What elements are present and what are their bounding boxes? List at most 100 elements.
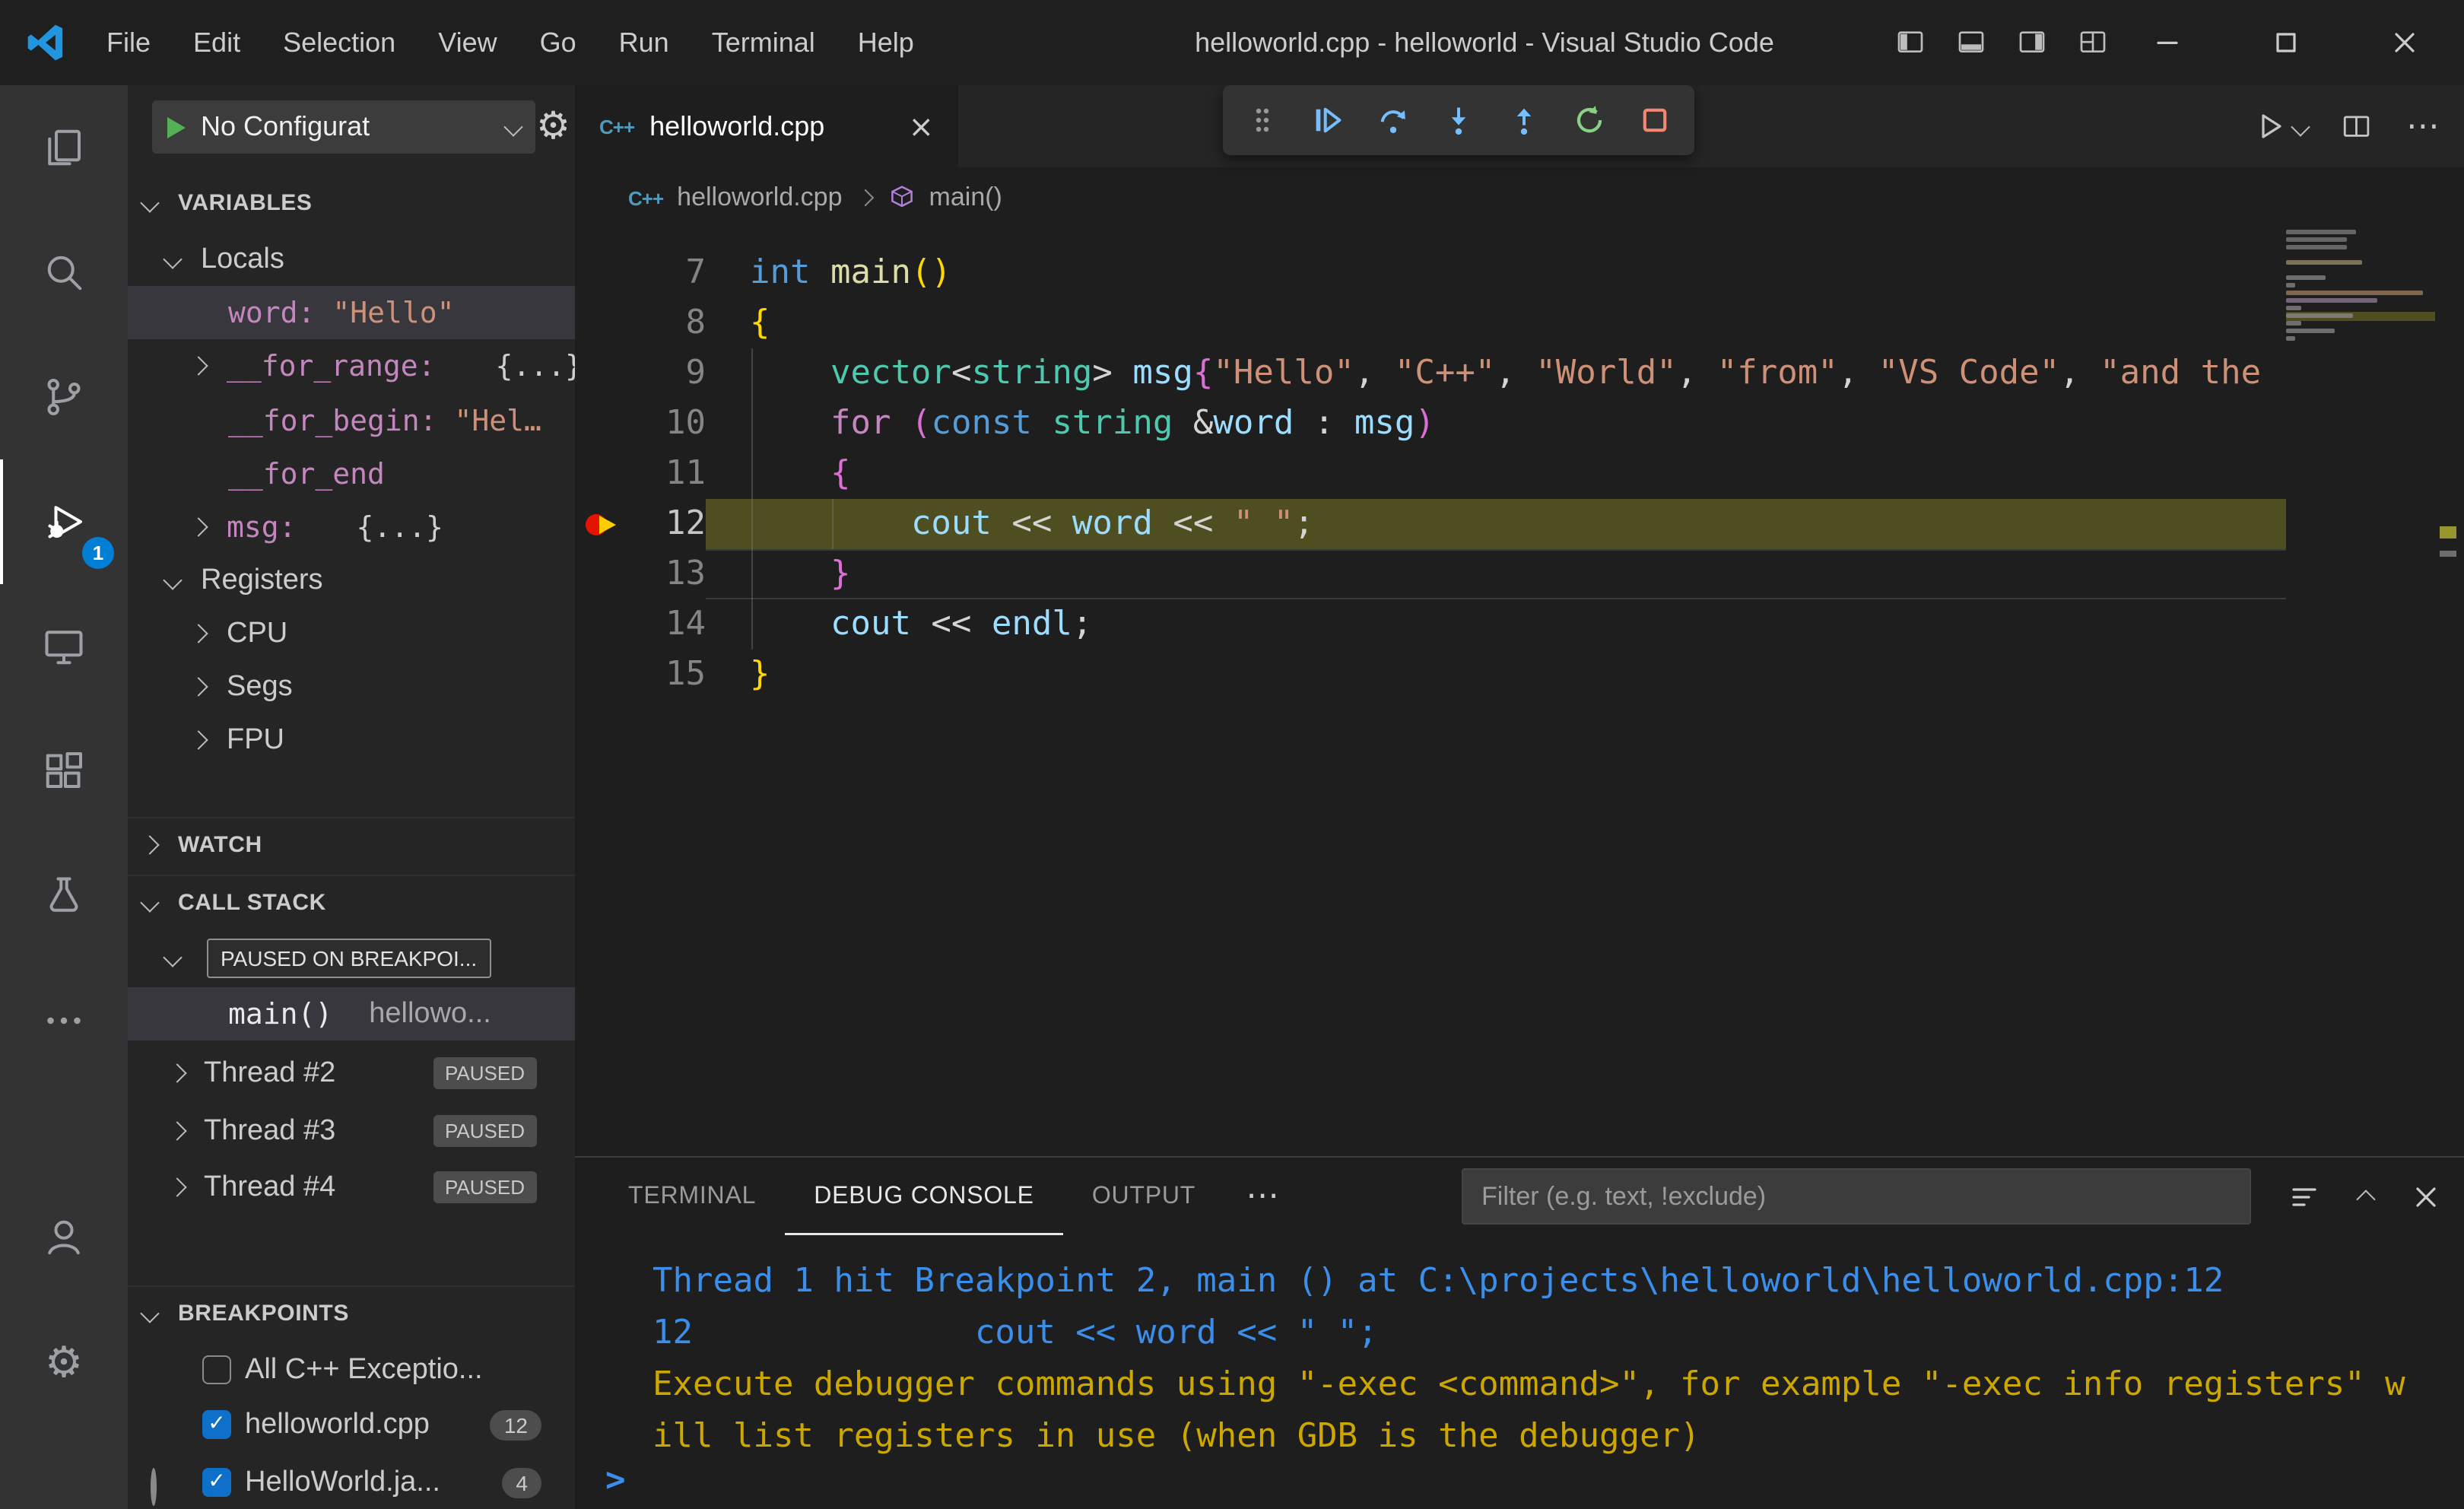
toggle-panel-icon[interactable] xyxy=(1956,27,1986,58)
tab-output[interactable]: OUTPUT xyxy=(1063,1158,1224,1235)
tab-terminal[interactable]: TERMINAL xyxy=(599,1158,785,1235)
breakpoint-checkbox[interactable]: ✓ xyxy=(202,1468,231,1497)
watch-section-header[interactable]: WATCH xyxy=(128,817,575,870)
activity-remote-explorer[interactable] xyxy=(0,584,128,709)
breakpoint-label: helloworld.cpp xyxy=(245,1408,430,1440)
current-line-marker xyxy=(2440,526,2456,538)
activity-account[interactable] xyxy=(0,1174,128,1299)
debug-config-dropdown[interactable]: No Configurat xyxy=(152,100,535,154)
menu-help[interactable]: Help xyxy=(837,0,935,85)
debug-settings-gear-icon[interactable]: ⚙ xyxy=(536,103,570,148)
registers-label: Registers xyxy=(201,564,323,596)
panel-more-tabs-icon[interactable]: ⋯ xyxy=(1224,1177,1300,1215)
continue-button[interactable] xyxy=(1302,93,1354,148)
thread-2-row[interactable]: Thread #2 PAUSED xyxy=(128,1047,575,1100)
toggle-secondary-sidebar-icon[interactable] xyxy=(2017,27,2047,58)
toolbar-drag-handle[interactable] xyxy=(1237,93,1288,148)
search-icon xyxy=(41,249,87,295)
register-group-cpu[interactable]: CPU xyxy=(128,607,575,660)
stop-button[interactable] xyxy=(1629,93,1681,148)
chevron-right-icon xyxy=(189,356,208,376)
step-out-button[interactable] xyxy=(1498,93,1550,148)
variable-row-for-begin[interactable]: __for_begin: "Hel… xyxy=(128,394,575,447)
customize-layout-icon[interactable] xyxy=(2078,27,2108,58)
breadcrumb-symbol[interactable]: main() xyxy=(929,183,1002,213)
maximize-button[interactable] xyxy=(2227,0,2345,85)
variables-section-header[interactable]: VARIABLES xyxy=(128,176,575,230)
thread-4-row[interactable]: Thread #4 PAUSED xyxy=(128,1161,575,1214)
console-prompt[interactable]: > xyxy=(605,1462,626,1500)
chevron-down-icon xyxy=(140,1303,160,1323)
breakpoint-current-line-icon[interactable] xyxy=(575,499,627,549)
menu-file[interactable]: File xyxy=(85,0,172,85)
locals-scope-row[interactable]: Locals xyxy=(128,233,575,286)
breakpoints-section-header[interactable]: BREAKPOINTS xyxy=(128,1285,575,1339)
breakpoint-checkbox[interactable]: ✓ xyxy=(202,1410,231,1439)
console-options-icon[interactable] xyxy=(2289,1181,2320,1212)
code-line-8[interactable]: 8{ xyxy=(575,298,2286,348)
code-line-7[interactable]: 7 int main() xyxy=(575,248,2286,298)
variable-row-for-end[interactable]: __for_end xyxy=(128,447,575,500)
activity-testing[interactable] xyxy=(0,834,128,958)
register-group-segs[interactable]: Segs xyxy=(128,660,575,713)
code-line-15[interactable]: 15} xyxy=(575,650,2286,700)
breakpoint-row-helloworld-java[interactable]: ✓ HelloWorld.ja... 4 xyxy=(128,1456,575,1509)
tab-debug-console[interactable]: DEBUG CONSOLE xyxy=(785,1158,1063,1235)
close-button[interactable] xyxy=(2345,0,2464,85)
editor-more-actions-icon[interactable]: ⋯ xyxy=(2406,107,2440,145)
variable-row-msg[interactable]: msg: {...} xyxy=(128,500,575,554)
menu-terminal[interactable]: Terminal xyxy=(691,0,837,85)
start-debug-icon[interactable] xyxy=(167,116,186,138)
maximize-panel-icon[interactable] xyxy=(2356,1190,2376,1209)
menu-go[interactable]: Go xyxy=(519,0,598,85)
activity-search[interactable] xyxy=(0,210,128,335)
breakpoint-row-helloworld-cpp[interactable]: ✓ helloworld.cpp 12 xyxy=(128,1398,575,1451)
console-filter-input[interactable] xyxy=(1463,1181,2250,1212)
chevron-right-icon xyxy=(140,834,160,854)
code-line-14[interactable]: 14 cout << endl; xyxy=(575,599,2286,650)
code-line-10[interactable]: 10 for (const string &word : msg) xyxy=(575,399,2286,449)
register-group-fpu[interactable]: FPU xyxy=(128,713,575,767)
restart-button[interactable] xyxy=(1564,93,1615,148)
activity-source-control[interactable] xyxy=(0,335,128,459)
code-line-9[interactable]: 9 vector<string> msg{"Hello", "C++", "Wo… xyxy=(575,348,2286,399)
thread-3-row[interactable]: Thread #3 PAUSED xyxy=(128,1104,575,1158)
tab-close-icon[interactable]: × xyxy=(908,108,934,145)
menu-view[interactable]: View xyxy=(417,0,518,85)
step-into-button[interactable] xyxy=(1433,93,1484,148)
breakpoint-checkbox[interactable] xyxy=(202,1355,231,1384)
call-stack-section-header[interactable]: CALL STACK xyxy=(128,875,575,928)
chevron-right-icon xyxy=(167,1121,187,1141)
menu-selection[interactable]: Selection xyxy=(262,0,417,85)
breakpoint-disabled-icon xyxy=(151,1468,157,1506)
registers-scope-row[interactable]: Registers xyxy=(128,554,575,607)
breakpoint-row-all-exceptions[interactable]: All C++ Exceptio... xyxy=(128,1343,575,1396)
menu-run[interactable]: Run xyxy=(598,0,691,85)
split-editor-icon[interactable] xyxy=(2341,110,2373,142)
menu-edit[interactable]: Edit xyxy=(172,0,262,85)
remote-explorer-icon xyxy=(41,624,87,669)
code-line-11[interactable]: 11 { xyxy=(575,449,2286,499)
toggle-sidebar-icon[interactable] xyxy=(1895,27,1926,58)
variable-row-for-range[interactable]: __for_range: {...} xyxy=(128,339,575,392)
stack-frame-main-row[interactable]: main() hellowo... xyxy=(128,987,575,1040)
activity-more[interactable] xyxy=(0,958,128,1083)
activity-extensions[interactable] xyxy=(0,709,128,834)
source-control-icon xyxy=(41,374,87,420)
code-editor[interactable]: 7 int main() 8{9 vector<string> msg{"Hello… xyxy=(575,228,2286,1156)
chevron-down-icon xyxy=(163,570,183,590)
step-over-button[interactable] xyxy=(1367,93,1419,148)
close-panel-icon[interactable] xyxy=(2412,1183,2440,1210)
ruler-marker xyxy=(2440,551,2456,557)
variable-row-word[interactable]: word: "Hello" xyxy=(128,286,575,339)
activity-explorer[interactable] xyxy=(0,85,128,210)
activity-run-and-debug[interactable]: 1 xyxy=(0,459,128,584)
code-line-13[interactable]: 13 } xyxy=(575,549,2286,599)
minimize-button[interactable] xyxy=(2108,0,2227,85)
run-or-debug-button[interactable] xyxy=(2254,110,2310,143)
breadcrumb-file[interactable]: helloworld.cpp xyxy=(677,183,842,213)
minimap[interactable] xyxy=(2286,230,2435,412)
activity-settings[interactable]: ⚙ xyxy=(0,1299,128,1424)
tab-helloworld-cpp[interactable]: C++ helloworld.cpp × xyxy=(575,85,958,167)
thread-1-row[interactable]: PAUSED ON BREAKPOI... xyxy=(128,931,575,984)
